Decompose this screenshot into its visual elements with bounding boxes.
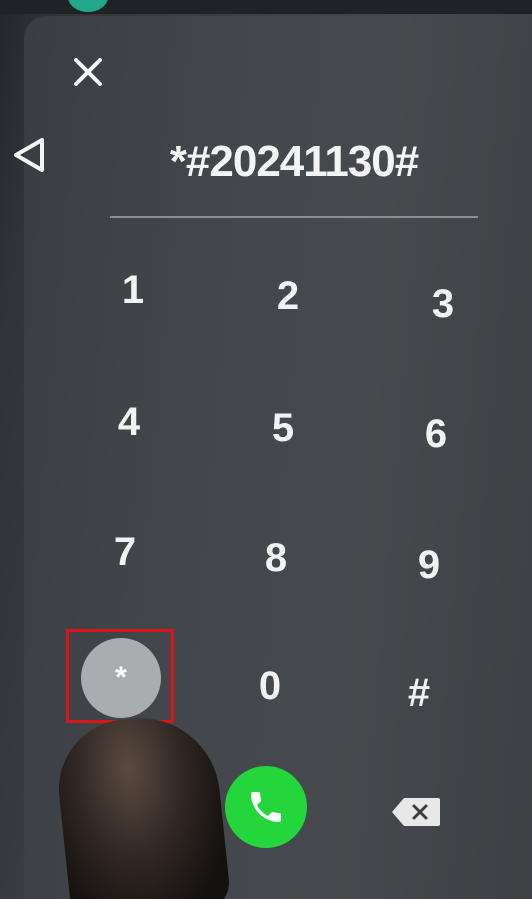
back-button[interactable] xyxy=(6,130,52,180)
back-triangle-icon xyxy=(14,138,44,172)
key-2[interactable]: 2 xyxy=(243,256,333,336)
key-0[interactable]: 0 xyxy=(225,646,315,726)
key-hash[interactable]: # xyxy=(374,653,464,733)
call-button[interactable] xyxy=(225,766,307,848)
key-star[interactable]: * xyxy=(81,638,161,718)
key-1[interactable]: 1 xyxy=(88,250,178,330)
screen: *#20241130# 1 2 3 4 5 6 7 8 9 * 0 # xyxy=(0,0,532,899)
key-8[interactable]: 8 xyxy=(231,518,321,598)
phone-icon xyxy=(251,792,281,822)
backspace-icon xyxy=(392,798,440,826)
key-7[interactable]: 7 xyxy=(80,512,170,592)
close-button[interactable] xyxy=(66,50,110,94)
highlight-box: * xyxy=(66,629,174,723)
delete-button[interactable] xyxy=(386,790,446,834)
display-divider xyxy=(110,216,478,218)
key-4[interactable]: 4 xyxy=(84,382,174,462)
close-icon xyxy=(74,58,102,86)
key-9[interactable]: 9 xyxy=(384,525,474,605)
key-3[interactable]: 3 xyxy=(398,264,488,344)
key-6[interactable]: 6 xyxy=(391,394,481,474)
dialed-number-display[interactable]: *#20241130# xyxy=(110,128,478,196)
key-5[interactable]: 5 xyxy=(238,388,328,468)
